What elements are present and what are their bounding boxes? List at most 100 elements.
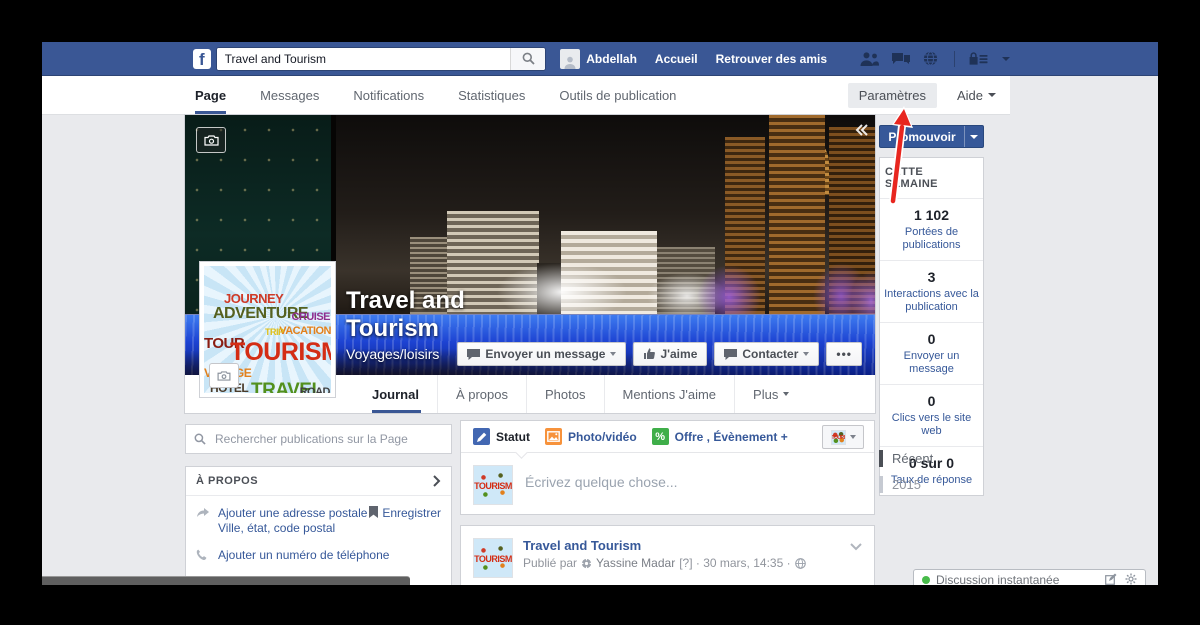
contact-label: Contacter	[742, 347, 799, 361]
more-actions-button[interactable]: •••	[826, 342, 862, 366]
stat-label: Portées de publications	[902, 226, 961, 251]
notifications-globe-icon[interactable]	[923, 51, 938, 66]
find-friends-link[interactable]: Retrouver des amis	[716, 52, 827, 66]
page-avatar-thumbnail: TOURISM	[473, 465, 513, 505]
change-cover-button[interactable]	[196, 127, 226, 153]
browser-viewport: f Abdellah Accueil Retrouver des amis	[42, 42, 1158, 585]
timeline-recent[interactable]: Récent	[879, 450, 933, 467]
timeline-marker	[879, 476, 883, 493]
post-options-chevron-icon[interactable]	[850, 538, 862, 556]
tab-publishing-tools[interactable]: Outils de publication	[559, 76, 676, 114]
gear-badge-icon	[581, 558, 592, 568]
message-bubble-icon	[467, 348, 481, 360]
settings-button[interactable]: Paramètres	[847, 82, 937, 108]
composer-tabs: Statut Photo/vidéo % Offre , Évènement +…	[461, 421, 874, 459]
tab-messages[interactable]: Messages	[260, 76, 319, 114]
stat-value: 1 102	[913, 207, 950, 223]
chat-sidebar-header[interactable]: Discussion instantanée	[913, 569, 1146, 585]
timeline-search-input[interactable]	[213, 431, 443, 447]
add-phone-link[interactable]: Ajouter un numéro de téléphone	[218, 548, 389, 564]
about-header[interactable]: À PROPOS	[186, 467, 451, 496]
save-button[interactable]: Enregistrer	[369, 506, 441, 536]
timeline-post: TOURISM Travel and Tourism Publié par Ya…	[460, 525, 875, 585]
composer-tab-offer-event[interactable]: % Offre , Évènement +	[651, 428, 788, 445]
timeline-2015[interactable]: 2015	[879, 476, 933, 493]
tab-likes[interactable]: Mentions J'aime	[603, 375, 735, 413]
account-menu-caret-icon[interactable]	[1002, 56, 1010, 61]
tab-more-caret-icon	[783, 392, 790, 396]
post-author-link[interactable]: Travel and Tourism	[523, 538, 806, 553]
home-link[interactable]: Accueil	[655, 52, 698, 66]
help-label: Aide	[956, 87, 983, 103]
profile-picture[interactable]: JOURNEY ADVENTURE CRUISE VACATION TRIP T…	[199, 261, 336, 398]
add-address-link[interactable]: Ajouter une adresse postale	[218, 506, 367, 520]
page-title: Travel and Tourism Voyages/loisirs	[346, 287, 465, 362]
like-button[interactable]: J'aime	[633, 342, 708, 366]
collapse-sidebar-icon[interactable]	[855, 123, 869, 141]
stat-post-reach[interactable]: 1 102 Portées de publications	[880, 199, 983, 261]
facebook-logo-icon[interactable]: f	[193, 48, 211, 69]
phone-icon	[196, 548, 218, 564]
post-as-selector[interactable]: TOURISM	[822, 425, 864, 449]
change-profile-picture-button[interactable]	[209, 363, 239, 388]
send-message-button[interactable]: Envoyer un message	[457, 342, 627, 366]
stat-website-clicks[interactable]: 0 Clics vers le site web	[880, 385, 983, 447]
cover-building	[561, 231, 657, 325]
wordcloud-word: TRIP	[265, 327, 284, 337]
send-message-label: Envoyer un message	[485, 347, 606, 361]
tab-notifications[interactable]: Notifications	[353, 76, 424, 114]
profile-link[interactable]: Abdellah	[586, 52, 637, 66]
promote-button[interactable]: Promouvoir	[879, 125, 984, 148]
new-message-icon[interactable]	[1105, 573, 1117, 585]
tab-timeline[interactable]: Journal	[372, 375, 437, 413]
about-body: Ajouter une adresse postale Ville, état,…	[186, 496, 451, 585]
photo-video-icon	[545, 428, 562, 445]
wordcloud-word: CRUISE	[291, 311, 330, 323]
post-timestamp[interactable]: [?] · 30 mars, 14:35 ·	[679, 556, 790, 570]
search-button[interactable]	[510, 47, 546, 70]
page-category[interactable]: Voyages/loisirs	[346, 346, 465, 362]
post-author-avatar[interactable]: TOURISM	[473, 538, 513, 578]
tab-more[interactable]: Plus	[734, 375, 807, 413]
post-meta: Publié par Yassine Madar [?] · 30 mars, …	[523, 556, 806, 570]
post-header: TOURISM Travel and Tourism Publié par Ya…	[461, 526, 874, 585]
jewel-icons	[847, 51, 938, 66]
wordcloud-word: TOURISM	[230, 338, 331, 366]
composer-tab-photo[interactable]: Photo/vidéo	[545, 428, 637, 445]
messages-icon[interactable]	[892, 52, 910, 66]
global-search	[215, 46, 547, 71]
about-row-address: Ajouter une adresse postale Ville, état,…	[196, 506, 441, 536]
address-subtitle-link[interactable]: Ville, état, code postal	[218, 521, 335, 535]
stat-messages[interactable]: 0 Envoyer un message	[880, 323, 983, 385]
user-avatar[interactable]	[560, 48, 581, 69]
composer-placeholder[interactable]: Écrivez quelque chose...	[525, 474, 678, 490]
contact-bubble-icon	[724, 348, 738, 360]
composer-tab-status[interactable]: Statut	[473, 428, 530, 445]
chat-settings-gear-icon[interactable]	[1125, 573, 1137, 585]
tab-page[interactable]: Page	[195, 76, 227, 114]
stat-value: 0	[927, 331, 936, 347]
contact-caret-icon	[803, 352, 810, 356]
thumbs-up-icon	[644, 348, 656, 359]
friend-requests-icon[interactable]	[860, 51, 879, 66]
bookmark-icon	[369, 506, 379, 518]
stat-label: Interactions avec la publication	[884, 288, 979, 313]
page-avatar-thumbnail: TOURISM	[830, 429, 846, 445]
timeline-navigation: Récent 2015	[879, 450, 933, 502]
wordcloud-word: JOURNEY	[224, 291, 284, 306]
tab-statistics[interactable]: Statistiques	[458, 76, 525, 114]
tab-photos[interactable]: Photos	[526, 375, 603, 413]
chat-label: Discussion instantanée	[936, 573, 1060, 585]
promote-label: Promouvoir	[888, 129, 956, 144]
global-search-input[interactable]	[216, 47, 511, 70]
help-menu[interactable]: Aide	[957, 88, 996, 103]
composer-body[interactable]: TOURISM Écrivez quelque chose...	[461, 453, 874, 517]
post-composer: Statut Photo/vidéo % Offre , Évènement +…	[460, 420, 875, 515]
privacy-shortcuts-icon[interactable]	[968, 51, 988, 66]
help-caret-icon	[988, 93, 996, 97]
post-editor-name[interactable]: Yassine Madar	[596, 556, 675, 570]
browser-link-preview-bar	[42, 576, 410, 585]
tab-about[interactable]: À propos	[436, 375, 526, 413]
contact-button[interactable]: Contacter	[714, 342, 820, 366]
stat-post-engagement[interactable]: 3 Interactions avec la publication	[880, 261, 983, 323]
